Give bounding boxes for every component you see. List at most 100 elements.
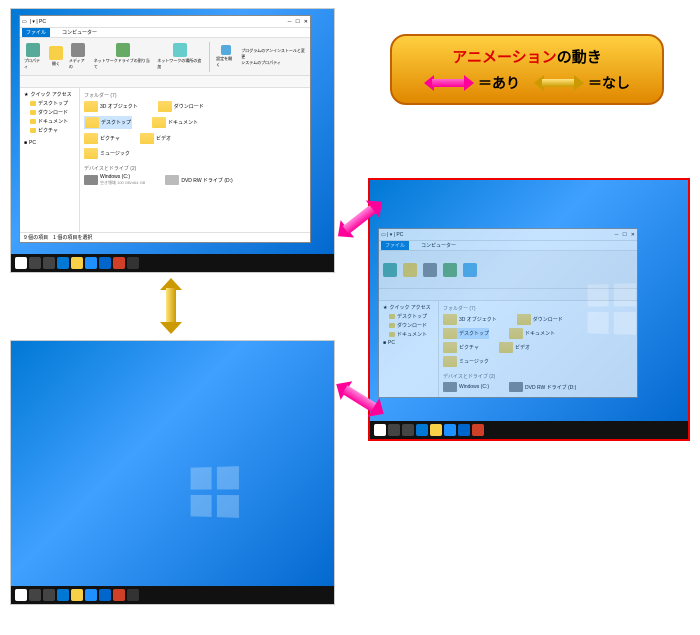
folder-videos[interactable]: ビデオ (140, 133, 171, 144)
taskbar-app[interactable] (127, 589, 139, 601)
open-icon (49, 46, 63, 60)
tool-uninstall[interactable]: プログラムのアンインストールと変更 (241, 48, 306, 60)
folder-icon (30, 119, 36, 124)
tab-file[interactable]: ファイル (22, 28, 50, 37)
folder-icon (158, 101, 172, 112)
taskview-icon[interactable] (402, 424, 414, 436)
tab-computer[interactable]: コンピューター (58, 28, 101, 37)
title-icon: ▭ (22, 19, 27, 25)
nav-desktop[interactable]: デスクトップ (22, 99, 77, 108)
folder-pictures[interactable]: ピクチャ (84, 133, 120, 144)
tool-media[interactable]: メディアの (69, 43, 88, 70)
legend-item-without: ＝なし (534, 73, 630, 93)
search-icon[interactable] (29, 589, 41, 601)
folder-downloads[interactable]: ダウンロード (158, 101, 204, 112)
nav-quick-access[interactable]: ★ クイック アクセス (22, 90, 77, 99)
group-drives: デバイスとドライブ (2) (84, 165, 306, 172)
arrow-gold-icon (534, 75, 584, 91)
folder-desktop[interactable]: デスクトップ (84, 116, 132, 129)
media-icon (71, 43, 85, 57)
maximize-button[interactable]: ☐ (295, 19, 299, 25)
desktop: ▭ | ▾ | PC ─☐✕ ファイル コンピューター ★ クイック アクセス … (370, 180, 688, 439)
desktop (11, 341, 334, 604)
netloc-icon (173, 43, 187, 57)
nav-pc[interactable]: ■ PC (22, 139, 77, 147)
taskbar-app[interactable] (430, 424, 442, 436)
taskbar-app[interactable] (85, 257, 97, 269)
tool-netloc[interactable]: ネットワークの場所の追加 (157, 43, 203, 70)
window-titlebar[interactable]: ▭ | ▾ | PC ─ ☐ ✕ (20, 16, 310, 28)
nav-pictures[interactable]: ピクチャ (22, 126, 77, 135)
taskbar-app[interactable] (472, 424, 484, 436)
explorer-window-ghost: ▭ | ▾ | PC ─☐✕ ファイル コンピューター ★ クイック アクセス … (378, 228, 638, 398)
folder-music[interactable]: ミュージック (84, 148, 130, 159)
taskbar-app[interactable] (416, 424, 428, 436)
tool-open[interactable]: 開く (49, 46, 63, 67)
tool-netdrive[interactable]: ネットワークドライブの割り当て (94, 43, 151, 70)
arrow-gold-vertical (160, 278, 182, 334)
desktop: ▭ | ▾ | PC ─ ☐ ✕ ファイル コンピューター プロパティ 開く メ… (11, 9, 334, 272)
legend-item-with: ＝あり (424, 73, 520, 93)
minimize-button[interactable]: ─ (288, 19, 292, 25)
nav-downloads[interactable]: ダウンロード (22, 108, 77, 117)
properties-icon (26, 43, 40, 57)
taskbar-app[interactable] (57, 257, 69, 269)
screenshot-desktop-empty (10, 340, 335, 605)
search-icon[interactable] (388, 424, 400, 436)
ribbon-toolbar: プロパティ 開く メディアの ネットワークドライブの割り当て ネットワークの場所… (20, 38, 310, 76)
folder-3dobjects[interactable]: 3D オブジェクト (84, 101, 138, 112)
folder-icon (85, 117, 99, 128)
folder-icon (30, 128, 36, 133)
tool-settings[interactable]: 設定を開く (216, 45, 235, 68)
taskbar-app[interactable] (99, 589, 111, 601)
folder-icon (152, 117, 166, 128)
drive-c[interactable]: Windows (C:)空き領域 100 GB/464 GB (84, 174, 145, 186)
window-titlebar: ▭ | ▾ | PC ─☐✕ (379, 229, 637, 241)
taskbar-app[interactable] (57, 589, 69, 601)
start-button[interactable] (15, 257, 27, 269)
drive-dvd[interactable]: DVD RW ドライブ (D:) (165, 174, 232, 186)
tool-properties[interactable]: プロパティ (24, 43, 43, 70)
taskbar-app[interactable] (99, 257, 111, 269)
windows-logo-icon (189, 467, 239, 517)
taskbar-app[interactable] (458, 424, 470, 436)
arrow-pink-icon (424, 75, 474, 91)
dvd-icon (165, 175, 179, 185)
ribbon-tabs: ファイル コンピューター (20, 28, 310, 38)
folder-icon (140, 133, 154, 144)
search-icon[interactable] (29, 257, 41, 269)
legend: アニメーションの動き ＝あり ＝なし (390, 34, 664, 105)
taskview-icon[interactable] (43, 257, 55, 269)
screenshot-explorer-animating: ▭ | ▾ | PC ─☐✕ ファイル コンピューター ★ クイック アクセス … (368, 178, 690, 441)
explorer-window[interactable]: ▭ | ▾ | PC ─ ☐ ✕ ファイル コンピューター プロパティ 開く メ… (19, 15, 311, 243)
start-button[interactable] (15, 589, 27, 601)
status-bar: 9 個の項目 1 個の項目を選択 (20, 232, 310, 242)
taskview-icon[interactable] (43, 589, 55, 601)
taskbar-app[interactable] (71, 589, 83, 601)
taskbar-app[interactable] (113, 589, 125, 601)
taskbar[interactable] (11, 586, 334, 604)
folder-documents[interactable]: ドキュメント (152, 116, 198, 129)
taskbar-app[interactable] (113, 257, 125, 269)
taskbar-app[interactable] (71, 257, 83, 269)
start-button[interactable] (374, 424, 386, 436)
address-bar[interactable] (20, 76, 310, 88)
folder-icon (30, 101, 36, 106)
screenshot-explorer-open: ▭ | ▾ | PC ─ ☐ ✕ ファイル コンピューター プロパティ 開く メ… (10, 8, 335, 273)
folder-icon (30, 110, 36, 115)
nav-pane: ★ クイック アクセス デスクトップ ダウンロード ドキュメント ピクチャ ■ … (20, 88, 80, 242)
legend-title: アニメーションの動き (410, 46, 644, 67)
content-pane: フォルダー (7) 3D オブジェクト ダウンロード デスクトップ ドキュメント… (80, 88, 310, 242)
folder-icon (84, 133, 98, 144)
tool-sysprops[interactable]: システムのプロパティ (241, 60, 306, 66)
taskbar-app[interactable] (444, 424, 456, 436)
taskbar-app[interactable] (85, 589, 97, 601)
folder-icon (84, 148, 98, 159)
close-button[interactable]: ✕ (304, 19, 308, 25)
taskbar-app[interactable] (127, 257, 139, 269)
taskbar[interactable] (370, 421, 688, 439)
nav-documents[interactable]: ドキュメント (22, 117, 77, 126)
gear-icon (221, 45, 231, 55)
taskbar[interactable] (11, 254, 334, 272)
netdrive-icon (116, 43, 130, 57)
